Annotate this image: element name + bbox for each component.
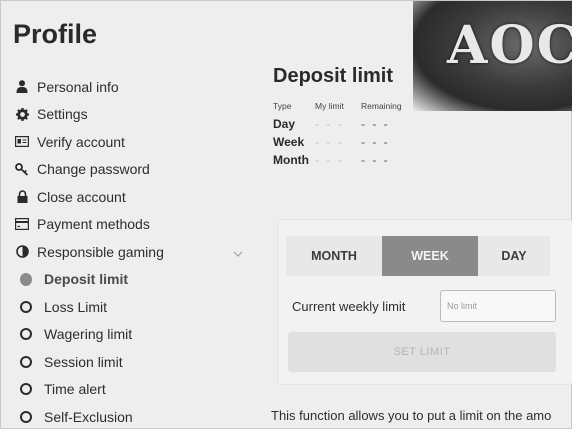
table-row: Week - - - - - -	[273, 133, 421, 151]
sidebar-item-label: Payment methods	[37, 216, 150, 233]
row-remaining: - - -	[361, 117, 390, 131]
sidebar-item-settings[interactable]: Settings	[15, 101, 249, 129]
description-text: This function allows you to put a limit …	[271, 408, 552, 423]
radio-icon	[20, 300, 32, 313]
section-title: Deposit limit	[273, 65, 394, 87]
sidebar-subitem-label: Self-Exclusion	[44, 408, 133, 425]
sidebar-subitem-label: Deposit limit	[44, 271, 129, 288]
sidebar-nav: Personal info Settings Verify account Ch…	[15, 73, 249, 429]
period-tabs: MONTH WEEK DAY	[286, 236, 550, 276]
radio-icon	[20, 410, 32, 423]
radio-icon	[20, 383, 32, 396]
row-type: Month	[273, 153, 309, 167]
sidebar-subitem-label: Time alert	[44, 381, 106, 398]
sidebar-item-label: Verify account	[37, 133, 125, 150]
tab-week[interactable]: WEEK	[382, 236, 478, 276]
id-card-icon	[15, 135, 29, 149]
page-title: Profile	[13, 19, 98, 49]
table-header: Type My limit Remaining	[273, 101, 421, 115]
sidebar-subitem-time-alert[interactable]: Time alert	[15, 376, 249, 404]
column-header-remaining: Remaining	[361, 101, 402, 111]
sidebar: Profile Personal info Settings Verify ac…	[1, 1, 263, 429]
profile-page: Profile Personal info Settings Verify ac…	[0, 0, 572, 429]
current-limit-label: Current weekly limit	[292, 298, 406, 314]
row-remaining: - - -	[361, 135, 390, 149]
column-header-type: Type	[273, 101, 292, 111]
logo-text: AOC	[447, 15, 572, 76]
sidebar-subitem-wagering-limit[interactable]: Wagering limit	[15, 321, 249, 349]
limits-table: Type My limit Remaining Day - - - - - - …	[273, 101, 421, 169]
sidebar-item-label: Settings	[37, 106, 88, 123]
sidebar-item-payment-methods[interactable]: Payment methods	[15, 211, 249, 239]
limit-input[interactable]: No limit	[440, 290, 556, 322]
sidebar-subitem-label: Wagering limit	[44, 326, 133, 343]
row-remaining: - - -	[361, 153, 390, 167]
sidebar-subitem-self-exclusion[interactable]: Self-Exclusion	[15, 403, 249, 429]
row-my-limit: - - -	[315, 135, 344, 149]
current-limit-row: Current weekly limit No limit	[292, 290, 556, 322]
brand-logo: AOC	[413, 1, 572, 111]
tab-month[interactable]: MONTH	[286, 236, 382, 276]
tab-day[interactable]: DAY	[478, 236, 550, 276]
sidebar-item-label: Personal info	[37, 78, 119, 95]
radio-selected-icon	[20, 272, 32, 286]
sidebar-item-label: Responsible gaming	[37, 243, 164, 260]
sidebar-subitem-loss-limit[interactable]: Loss Limit	[15, 293, 249, 321]
gear-icon	[15, 107, 29, 121]
half-circle-icon	[15, 245, 29, 259]
column-header-my-limit: My limit	[315, 101, 344, 111]
sidebar-item-responsible-gaming[interactable]: Responsible gaming	[15, 238, 249, 266]
credit-card-icon	[15, 217, 29, 231]
sidebar-item-change-password[interactable]: Change password	[15, 156, 249, 184]
set-limit-button[interactable]: SET LIMIT	[288, 332, 556, 372]
row-type: Day	[273, 117, 296, 131]
radio-icon	[20, 328, 32, 341]
key-icon	[15, 162, 29, 176]
sidebar-subitem-deposit-limit[interactable]: Deposit limit	[15, 266, 249, 294]
row-my-limit: - - -	[315, 153, 344, 167]
table-row: Month - - - - - -	[273, 151, 421, 169]
main-content: AOC Deposit limit Type My limit Remainin…	[263, 1, 572, 429]
sidebar-subitem-session-limit[interactable]: Session limit	[15, 348, 249, 376]
sidebar-item-label: Close account	[37, 188, 126, 205]
sidebar-item-label: Change password	[37, 161, 150, 178]
radio-icon	[20, 355, 32, 368]
lock-icon	[15, 190, 29, 204]
sidebar-item-close-account[interactable]: Close account	[15, 183, 249, 211]
sidebar-subitem-label: Loss Limit	[44, 298, 108, 315]
sidebar-item-personal-info[interactable]: Personal info	[15, 73, 249, 101]
sidebar-item-verify-account[interactable]: Verify account	[15, 128, 249, 156]
row-my-limit: - - -	[315, 117, 344, 131]
limit-card: MONTH WEEK DAY Current weekly limit No l…	[277, 219, 572, 385]
table-row: Day - - - - - -	[273, 115, 421, 133]
user-icon	[15, 80, 29, 94]
chevron-down-icon[interactable]	[233, 246, 243, 257]
row-type: Week	[273, 135, 305, 149]
sidebar-subitem-label: Session limit	[44, 353, 123, 370]
